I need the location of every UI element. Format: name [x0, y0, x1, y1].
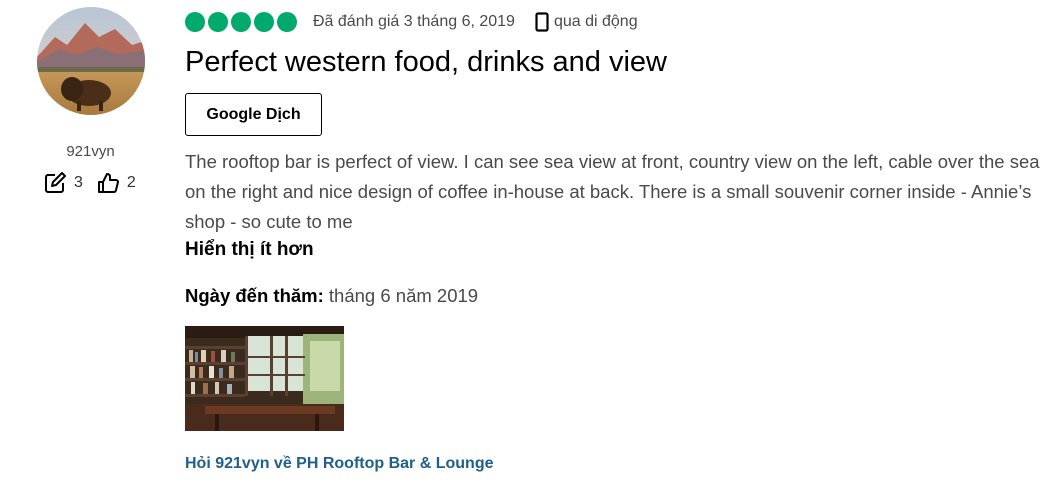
- via-mobile-label: qua di động: [553, 13, 638, 30]
- bookshelf-cafe-photo: [185, 326, 344, 431]
- visit-date: Ngày đến thăm: tháng 6 năm 2019: [185, 285, 478, 307]
- rating-bubble-icon: [185, 12, 205, 32]
- reviewer-stats: 3 2: [44, 172, 150, 194]
- reviewer-avatar[interactable]: [37, 7, 145, 115]
- review-photo[interactable]: [185, 326, 344, 431]
- visit-date-label: Ngày đến thăm:: [185, 285, 324, 306]
- rating-bubble-icon: [208, 12, 228, 32]
- review-count-stat: 3: [44, 172, 83, 194]
- edit-icon: [45, 172, 66, 193]
- bison-landscape-photo: [37, 7, 145, 115]
- visit-date-value: tháng 6 năm 2019: [328, 285, 479, 306]
- rating-bubble-icon: [231, 12, 251, 32]
- google-translate-button[interactable]: Google Dịch: [185, 93, 322, 136]
- rating-bubbles: [185, 12, 300, 32]
- rating-bubble-icon: [254, 12, 274, 32]
- thumbs-up-icon: [97, 173, 119, 193]
- rating-row: Đã đánh giá 3 tháng 6, 2019 qua di động: [185, 11, 638, 33]
- ask-reviewer-link[interactable]: Hỏi 921vyn về PH Rooftop Bar & Lounge: [185, 455, 493, 473]
- review-count: 3: [74, 174, 83, 191]
- helpful-votes-stat: 2: [97, 172, 136, 194]
- mobile-phone-icon: [535, 12, 549, 32]
- review-date: Đã đánh giá 3 tháng 6, 2019: [313, 13, 515, 30]
- reviewer-username[interactable]: 921vyn: [0, 143, 181, 160]
- rating-bubble-icon: [277, 12, 297, 32]
- review-body: The rooftop bar is perfect of view. I ca…: [185, 151, 1040, 232]
- helpful-votes: 2: [126, 174, 136, 191]
- show-less-link[interactable]: Hiển thị ít hơn: [185, 239, 314, 261]
- review-title[interactable]: Perfect western food, drinks and view: [185, 46, 667, 79]
